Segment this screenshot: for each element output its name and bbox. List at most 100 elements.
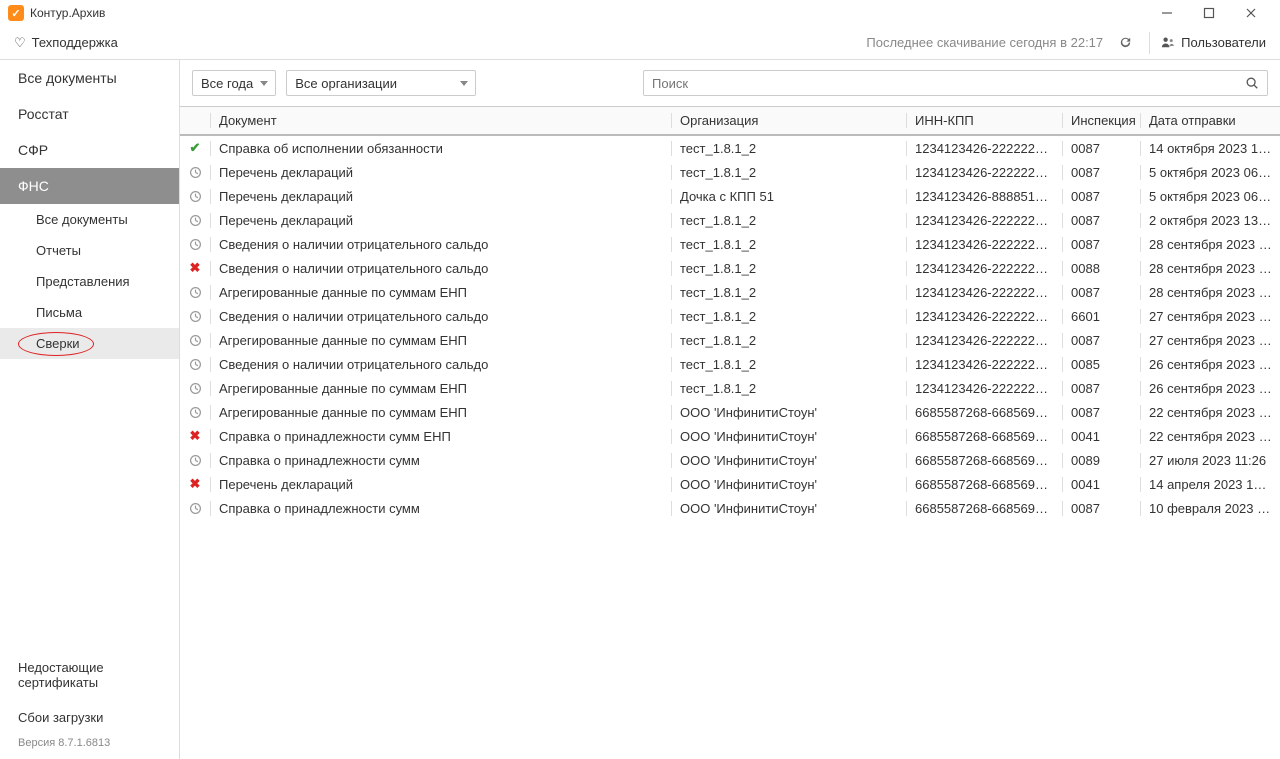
col-inspection[interactable]: Инспекция	[1062, 113, 1140, 128]
table-row[interactable]: Агрегированные данные по суммам ЕНПтест_…	[180, 376, 1280, 400]
cell-doc: Перечень деклараций	[210, 213, 671, 228]
cell-org: тест_1.8.1_2	[671, 357, 906, 372]
search-icon[interactable]	[1245, 76, 1259, 90]
missing-certs-link[interactable]: Недостающие сертификаты	[0, 650, 179, 700]
table-row[interactable]: ✖Перечень декларацийООО 'ИнфинитиСтоун'6…	[180, 472, 1280, 496]
cell-insp: 0087	[1062, 141, 1140, 156]
users-link[interactable]: Пользователи	[1160, 35, 1266, 50]
cell-date: 27 июля 2023 11:26	[1140, 453, 1280, 468]
col-inn-kpp[interactable]: ИНН-КПП	[906, 113, 1062, 128]
sidebar-sub-item-3[interactable]: Письма	[0, 297, 179, 328]
cell-org: тест_1.8.1_2	[671, 237, 906, 252]
cell-date: 28 сентября 2023 09:52	[1140, 261, 1280, 276]
cell-org: тест_1.8.1_2	[671, 213, 906, 228]
status-pending-icon	[189, 238, 202, 251]
cell-date: 2 октября 2023 13:10	[1140, 213, 1280, 228]
cell-org: ООО 'ИнфинитиСтоун'	[671, 405, 906, 420]
cell-inn: 6685587268-668569328	[906, 429, 1062, 444]
cell-insp: 0087	[1062, 213, 1140, 228]
table-row[interactable]: Перечень декларацийтест_1.8.1_2123412342…	[180, 208, 1280, 232]
cell-org: ООО 'ИнфинитиСтоун'	[671, 501, 906, 516]
cell-insp: 0087	[1062, 333, 1140, 348]
table-row[interactable]: Сведения о наличии отрицательного сальдо…	[180, 232, 1280, 256]
table-row[interactable]: Агрегированные данные по суммам ЕНПООО '…	[180, 400, 1280, 424]
cell-doc: Сведения о наличии отрицательного сальдо	[210, 309, 671, 324]
support-link[interactable]: ♡ Техподдержка	[14, 35, 118, 51]
maximize-button[interactable]	[1188, 0, 1230, 26]
cell-org: тест_1.8.1_2	[671, 381, 906, 396]
users-icon	[1160, 35, 1175, 50]
toolbar: ♡ Техподдержка Последнее скачивание сего…	[0, 26, 1280, 60]
cell-inn: 1234123426-222222222	[906, 261, 1062, 276]
sidebar-item-0[interactable]: Все документы	[0, 60, 179, 96]
app-logo-icon: ✓	[8, 5, 24, 21]
table-row[interactable]: Справка о принадлежности суммООО 'Инфини…	[180, 448, 1280, 472]
cell-doc: Перечень деклараций	[210, 477, 671, 492]
table-row[interactable]: Справка о принадлежности суммООО 'Инфини…	[180, 496, 1280, 520]
cell-date: 5 октября 2023 06:26	[1140, 189, 1280, 204]
table-row[interactable]: Агрегированные данные по суммам ЕНПтест_…	[180, 328, 1280, 352]
status-pending-icon	[189, 286, 202, 299]
table-row[interactable]: Перечень декларацийтест_1.8.1_2123412342…	[180, 160, 1280, 184]
sidebar-sub-item-2[interactable]: Представления	[0, 266, 179, 297]
status-error-icon: ✖	[190, 260, 201, 276]
minimize-button[interactable]	[1146, 0, 1188, 26]
col-organization[interactable]: Организация	[671, 113, 906, 128]
sidebar-sub-item-0[interactable]: Все документы	[0, 204, 179, 235]
cell-insp: 0041	[1062, 477, 1140, 492]
status-error-icon: ✖	[190, 428, 201, 444]
col-send-date[interactable]: Дата отправки	[1140, 113, 1280, 128]
support-label: Техподдержка	[32, 35, 118, 50]
cell-inn: 1234123426-222222222	[906, 357, 1062, 372]
col-document[interactable]: Документ	[210, 113, 671, 128]
version-text: Версия 8.7.1.6813	[0, 735, 179, 759]
cell-inn: 1234123426-222222222	[906, 333, 1062, 348]
table-row[interactable]: Сведения о наличии отрицательного сальдо…	[180, 352, 1280, 376]
table-row[interactable]: Сведения о наличии отрицательного сальдо…	[180, 304, 1280, 328]
cell-date: 14 октября 2023 15:39	[1140, 141, 1280, 156]
last-download-text: Последнее скачивание сегодня в 22:17	[866, 35, 1103, 50]
table-row[interactable]: ✖Справка о принадлежности сумм ЕНПООО 'И…	[180, 424, 1280, 448]
sidebar-item-1[interactable]: Росстат	[0, 96, 179, 132]
status-pending-icon	[189, 502, 202, 515]
cell-inn: 1234123426-222222222	[906, 165, 1062, 180]
cell-doc: Справка о принадлежности сумм	[210, 453, 671, 468]
sidebar-sub-item-1[interactable]: Отчеты	[0, 235, 179, 266]
sidebar-item-3[interactable]: ФНС	[0, 168, 179, 204]
content: Все года Все организации Документ Органи…	[180, 60, 1280, 759]
cell-date: 10 февраля 2023 07:59	[1140, 501, 1280, 516]
year-select[interactable]: Все года	[192, 70, 276, 96]
sidebar-sub-item-4[interactable]: Сверки	[0, 328, 179, 359]
table-row[interactable]: ✖Сведения о наличии отрицательного сальд…	[180, 256, 1280, 280]
table-header: Документ Организация ИНН-КПП Инспекция Д…	[180, 106, 1280, 136]
cell-date: 5 октября 2023 06:49	[1140, 165, 1280, 180]
year-select-value: Все года	[201, 76, 253, 91]
cell-inn: 1234123426-222222222	[906, 237, 1062, 252]
load-failures-link[interactable]: Сбои загрузки	[0, 700, 179, 735]
status-pending-icon	[189, 310, 202, 323]
cell-date: 28 сентября 2023 09:55	[1140, 237, 1280, 252]
refresh-button[interactable]	[1111, 29, 1139, 57]
cell-org: тест_1.8.1_2	[671, 309, 906, 324]
sidebar-item-2[interactable]: СФР	[0, 132, 179, 168]
cell-date: 22 сентября 2023 09:08	[1140, 429, 1280, 444]
cell-date: 27 сентября 2023 11:46	[1140, 333, 1280, 348]
search-input[interactable]	[652, 76, 1245, 91]
heart-icon: ♡	[14, 35, 26, 51]
table-row[interactable]: Агрегированные данные по суммам ЕНПтест_…	[180, 280, 1280, 304]
close-button[interactable]	[1230, 0, 1272, 26]
cell-inn: 1234123426-222222222	[906, 285, 1062, 300]
cell-insp: 0087	[1062, 165, 1140, 180]
table-row[interactable]: Перечень декларацийДочка с КПП 511234123…	[180, 184, 1280, 208]
table-body: ✔Справка об исполнении обязанноститест_1…	[180, 136, 1280, 759]
cell-org: тест_1.8.1_2	[671, 261, 906, 276]
status-pending-icon	[189, 382, 202, 395]
cell-doc: Агрегированные данные по суммам ЕНП	[210, 333, 671, 348]
table-row[interactable]: ✔Справка об исполнении обязанноститест_1…	[180, 136, 1280, 160]
status-check-icon: ✔	[190, 140, 201, 156]
cell-doc: Агрегированные данные по суммам ЕНП	[210, 381, 671, 396]
search-box[interactable]	[643, 70, 1268, 96]
cell-doc: Перечень деклараций	[210, 189, 671, 204]
org-select[interactable]: Все организации	[286, 70, 476, 96]
cell-inn: 1234123426-888851888	[906, 189, 1062, 204]
